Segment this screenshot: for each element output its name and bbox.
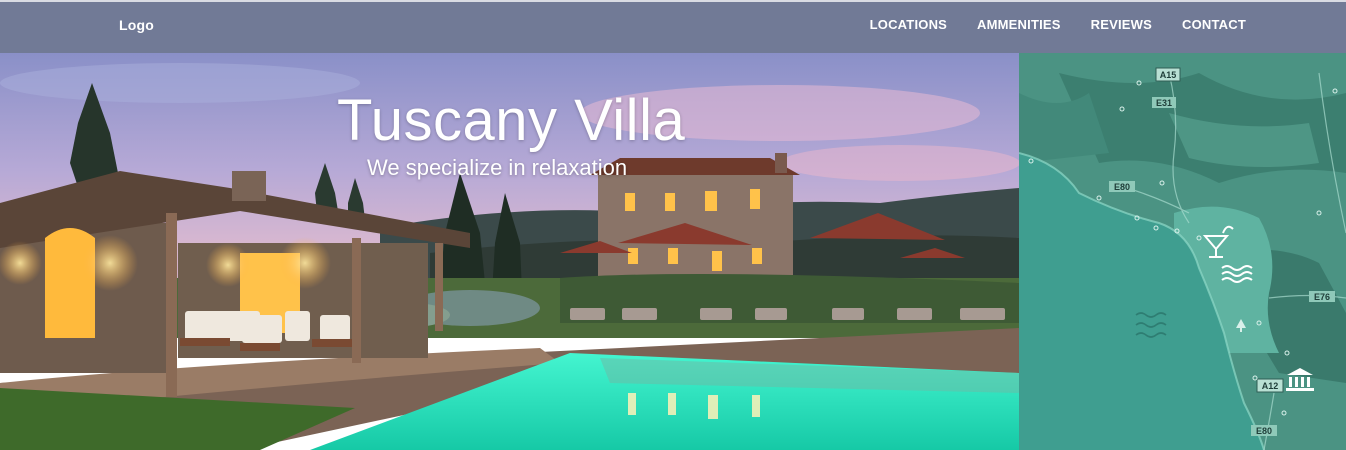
hero-subtitle: We specialize in relaxation (367, 155, 628, 180)
svg-text:A12: A12 (1262, 381, 1279, 391)
svg-text:E76: E76 (1314, 292, 1330, 302)
hero-banner: Tuscany Villa We specialize in relaxatio… (0, 53, 1019, 450)
svg-text:E80: E80 (1114, 182, 1130, 192)
road-label-e76: E76 (1309, 291, 1335, 302)
main-nav: LOCATIONS AMMENITIES REVIEWS CONTACT (840, 17, 1246, 32)
svg-text:E80: E80 (1256, 426, 1272, 436)
logo-link[interactable]: Logo (119, 17, 154, 33)
road-label-a12: A12 (1256, 378, 1284, 393)
svg-text:E31: E31 (1156, 98, 1172, 108)
navbar: Logo LOCATIONS AMMENITIES REVIEWS CONTAC… (0, 0, 1346, 53)
road-label-e80-south: E80 (1251, 425, 1277, 436)
nav-link-contact[interactable]: CONTACT (1182, 17, 1246, 32)
svg-text:A15: A15 (1160, 70, 1177, 80)
road-label-a15: A15 (1155, 67, 1181, 82)
location-map[interactable]: A15 E31 E80 E76 A12 E80 (1019, 53, 1346, 450)
nav-link-locations[interactable]: LOCATIONS (870, 17, 947, 32)
road-label-e31: E31 (1152, 97, 1176, 108)
road-label-e80-north: E80 (1109, 181, 1135, 192)
nav-link-amenities[interactable]: AMMENITIES (977, 17, 1061, 32)
nav-link-reviews[interactable]: REVIEWS (1091, 17, 1152, 32)
hero-title: Tuscany Villa (337, 88, 686, 153)
